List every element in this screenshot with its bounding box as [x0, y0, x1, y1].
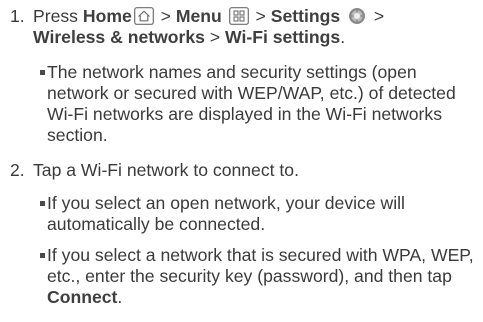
step-1-period: . [340, 27, 346, 47]
step-2-bullet-1: If you select an open network, your devi… [33, 193, 479, 235]
step-1-bullet: The network names and security settings … [33, 62, 479, 146]
bullet-lead-text: If you select a network that is secured … [47, 245, 474, 286]
separator-1: > [160, 6, 171, 26]
step-2-number: 2. [10, 160, 25, 180]
menu-grid-icon [228, 7, 249, 25]
separator-4: > [209, 27, 221, 47]
step-2-text: Tap a Wi-Fi network to connect to. [33, 160, 299, 180]
wifi-settings-label: Wi-Fi settings [225, 27, 341, 47]
menu-key-label: Menu [175, 6, 222, 26]
bullet-marker [40, 70, 45, 75]
step-1-number: 1. [10, 6, 25, 26]
connect-label: Connect [47, 287, 118, 307]
separator-3: > [373, 6, 385, 26]
wireless-networks-label: Wireless & networks [33, 27, 205, 47]
bullet-end-period: . [117, 287, 123, 307]
home-key-label: Home [82, 6, 132, 26]
bullet-text: If you select an open network, your devi… [47, 193, 405, 234]
step-1-press: Press [33, 6, 78, 26]
bullet-marker [40, 253, 45, 258]
settings-label: Settings [270, 6, 341, 26]
instructions-page: 1. Press Home > Menu > Settings > Wirele… [0, 0, 483, 322]
bullet-marker [40, 201, 45, 206]
home-icon [133, 7, 154, 25]
step-1-text: Press Home > Menu > Settings > Wireless … [33, 6, 479, 48]
separator-2: > [255, 6, 266, 26]
bullet-text: The network names and security settings … [47, 62, 456, 145]
bullet-text: If you select a network that is secured … [47, 245, 479, 308]
step-2-bullet-2: If you select a network that is secured … [33, 245, 479, 309]
settings-gear-icon [347, 7, 367, 25]
